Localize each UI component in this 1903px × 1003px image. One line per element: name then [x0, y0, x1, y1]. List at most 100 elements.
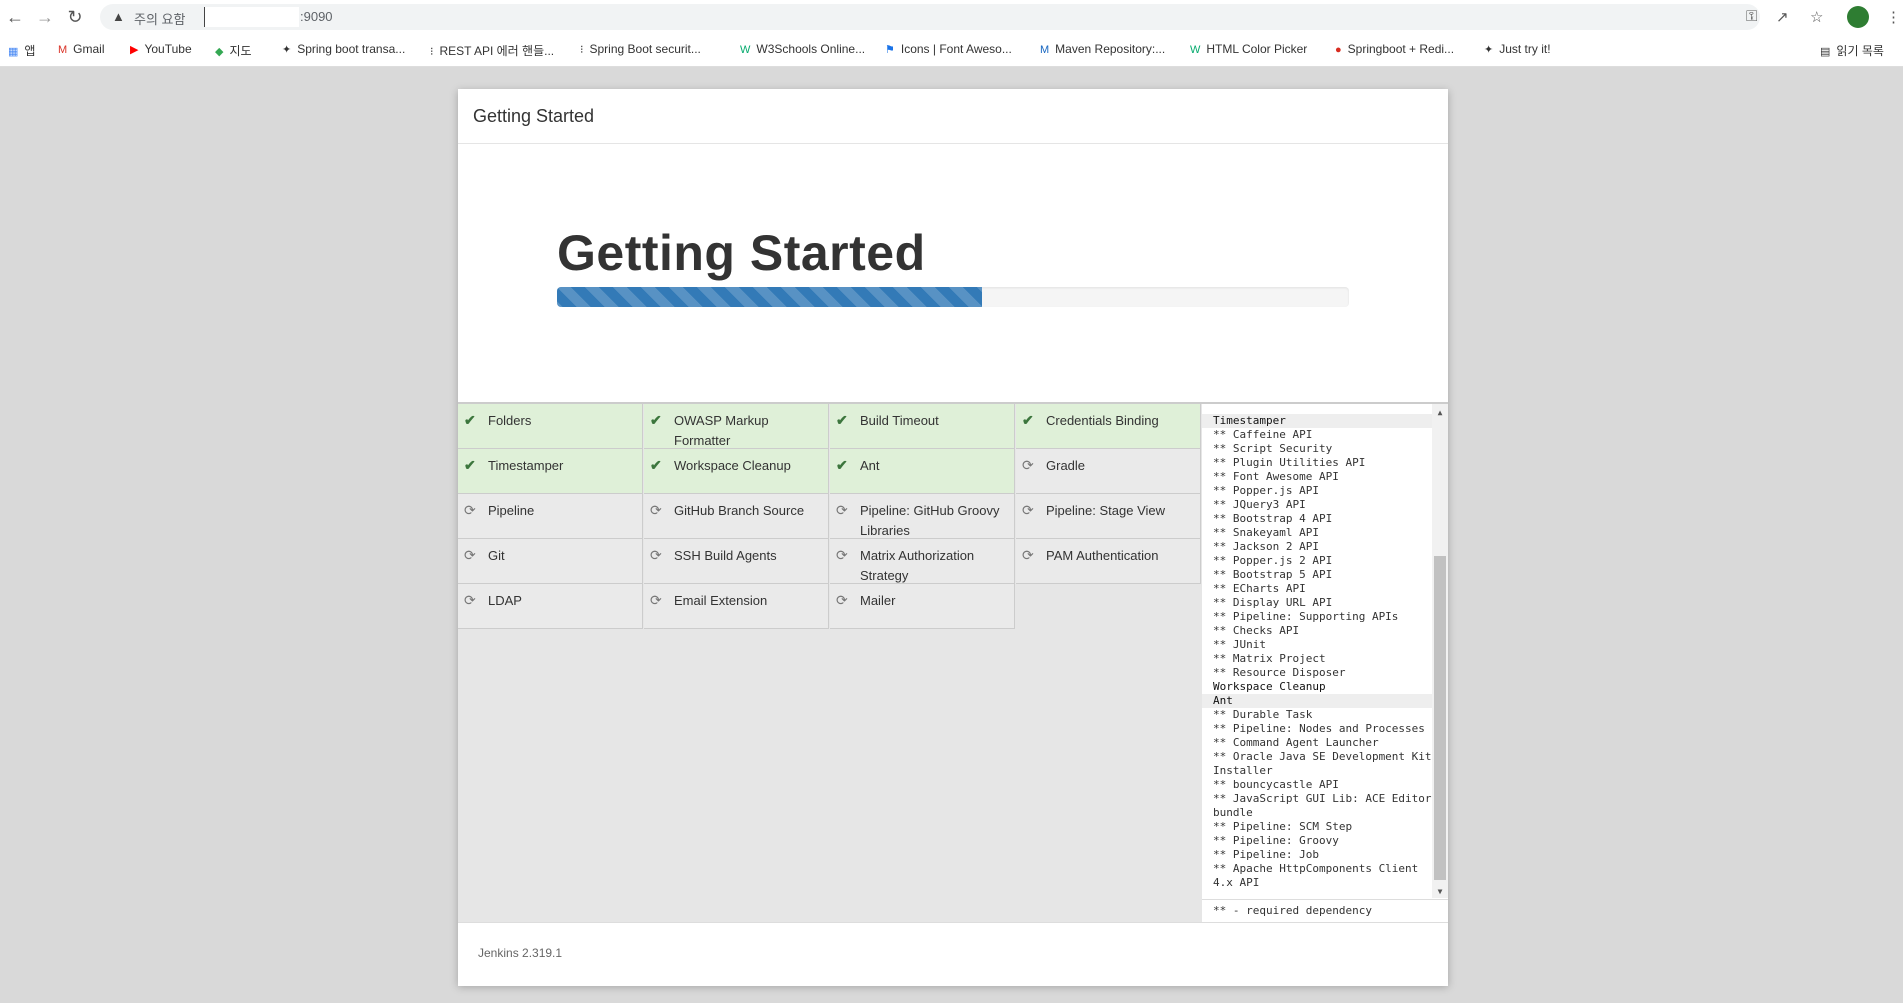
check-icon: ✔ [650, 457, 662, 473]
reading-list-button[interactable]: ▤ 읽기 목록 [1820, 42, 1884, 59]
flag-icon: ⚑ [885, 44, 895, 56]
bookmark-item[interactable]: M Maven Repository:... [1040, 42, 1165, 56]
plugin-item: ⟳ Email Extension [644, 584, 829, 629]
scroll-up-arrow-icon[interactable]: ▲ [1432, 408, 1448, 417]
plugin-name: Timestamper [488, 458, 564, 473]
bookmark-label: 지도 [229, 44, 252, 58]
back-arrow-icon[interactable]: ← [4, 6, 26, 28]
key-icon[interactable]: ⚿ [1746, 8, 1757, 25]
log-plugin-line: Ant [1202, 694, 1432, 708]
bookmark-label: W3Schools Online... [756, 42, 866, 56]
plugin-item: ⟳ SSH Build Agents [644, 539, 829, 584]
bookmark-item[interactable]: ▦ 앱 [8, 42, 35, 59]
plugin-name: Workspace Cleanup [674, 458, 791, 473]
getting-started-dialog: Getting Started Getting Started ✔ Folders… [458, 89, 1448, 986]
bookmarks-bar: ▦ 앱 M Gmail ▶ YouTube ◆ 지도 ✦ Spring boot transa..… [0, 34, 1903, 67]
share-icon[interactable]: ↗ [1776, 8, 1789, 26]
log-plugin-line: Workspace Cleanup [1213, 680, 1326, 693]
bookmark-item[interactable]: ⚑ Icons | Font Aweso... [885, 42, 1012, 56]
plugin-item: ✔ Build Timeout [830, 404, 1015, 449]
plugin-item: ✔ Ant [830, 449, 1015, 494]
refresh-pending-icon: ⟳ [1022, 547, 1034, 563]
check-icon: ✔ [1022, 412, 1034, 428]
bookmark-item[interactable]: ✦ Spring boot transa... [282, 42, 405, 56]
plugin-item: ✔ Folders [458, 404, 643, 449]
bookmark-label: Spring boot transa... [297, 42, 406, 56]
dots-icon: ⁝ [430, 46, 434, 58]
bookmark-label: 앱 [24, 44, 36, 58]
plugin-name: Mailer [860, 593, 896, 608]
log-plugin-line: Timestamper [1202, 414, 1432, 428]
gmail-icon: M [58, 44, 68, 56]
plugin-name: Folders [488, 413, 532, 428]
plugin-item: ⟳ PAM Authentication [1016, 539, 1201, 584]
plugin-item: ✔ Credentials Binding [1016, 404, 1201, 449]
refresh-pending-icon: ⟳ [836, 547, 848, 563]
bookmark-label: Just try it! [1499, 42, 1551, 56]
plugin-name: Credentials Binding [1046, 413, 1159, 428]
reload-icon[interactable]: ↻ [64, 6, 86, 28]
hero-section: Getting Started [458, 144, 1448, 402]
bookmark-label: HTML Color Picker [1206, 42, 1308, 56]
plugin-name: Gradle [1046, 458, 1086, 473]
required-dependency-note: ** - required dependency [1202, 899, 1448, 921]
log-dependency-line: ** Pipeline: Nodes and Processes [1213, 722, 1425, 735]
bookmark-item[interactable]: ▶ YouTube [130, 42, 192, 56]
address-bar[interactable]: ▲ 주의 요함 :9090 [100, 4, 1760, 30]
log-dependency-line: ** JavaScript GUI Lib: ACE Editor bundle [1213, 792, 1432, 819]
address-redacted-host [204, 7, 299, 27]
log-dependency-line: ** JUnit [1213, 638, 1266, 651]
plugin-name: GitHub Branch Source [674, 503, 805, 518]
log-dependency-line: ** ECharts API [1213, 582, 1306, 595]
jenkins-version: Jenkins 2.319.1 [478, 946, 563, 960]
dots-icon: ⁝ [580, 44, 584, 56]
log-dependency-line: ** Plugin Utilities API [1213, 456, 1366, 469]
plugin-name: LDAP [488, 593, 522, 608]
plugin-item: ⟳ Pipeline [458, 494, 643, 539]
plugin-item: ✔ OWASP Markup Formatter [644, 404, 829, 449]
install-log-lines: Timestamper ** Caffeine API ** Script Secu… [1202, 404, 1432, 898]
check-icon: ✔ [836, 412, 848, 428]
bookmark-item[interactable]: ◆ 지도 [215, 42, 252, 59]
log-dependency-line: ** Bootstrap 5 API [1213, 568, 1333, 581]
bookmark-item[interactable]: ⁝ Spring Boot securit... [580, 42, 701, 56]
scroll-down-arrow-icon[interactable]: ▼ [1432, 887, 1448, 896]
log-scrollbar[interactable]: ▲ ▼ [1432, 404, 1448, 898]
maps-icon: ◆ [215, 46, 224, 58]
plugin-item: ✔ Workspace Cleanup [644, 449, 829, 494]
bookmark-item[interactable]: ● Springboot + Redi... [1335, 42, 1454, 56]
apps-grid-icon: ▦ [8, 46, 19, 58]
log-dependency-line: ** Checks API [1213, 624, 1300, 637]
refresh-pending-icon: ⟳ [650, 592, 662, 608]
log-dependency-line: ** Popper.js 2 API [1213, 554, 1333, 567]
log-dependency-line: ** Resource Disposer [1213, 666, 1346, 679]
log-dependency-line: ** Font Awesome API [1213, 470, 1339, 483]
bookmark-item[interactable]: W HTML Color Picker [1190, 42, 1307, 56]
bookmark-label: Springboot + Redi... [1347, 42, 1455, 56]
plugin-name: Email Extension [674, 593, 768, 608]
security-warning-label: 주의 요함 [134, 12, 186, 27]
log-scrollbar-thumb[interactable] [1434, 556, 1446, 880]
reading-list-icon: ▤ [1820, 46, 1831, 58]
menu-dots-icon[interactable]: ⋮ [1886, 8, 1901, 26]
dialog-footer: Jenkins 2.319.1 [458, 922, 1448, 986]
star-icon[interactable]: ☆ [1810, 8, 1823, 26]
bookmark-item[interactable]: M Gmail [58, 42, 105, 56]
leaf-icon: ✦ [282, 44, 292, 56]
log-dependency-line: ** Oracle Java SE Development Kit Instal… [1213, 750, 1432, 777]
plugin-name: OWASP Markup Formatter [674, 413, 769, 448]
bookmark-item[interactable]: W W3Schools Online... [740, 42, 865, 56]
redis-icon: ● [1335, 44, 1342, 56]
log-dependency-line: ** Pipeline: Job [1213, 848, 1319, 861]
leaf-icon: ✦ [1484, 44, 1494, 56]
maven-icon: M [1040, 44, 1050, 56]
dialog-title: Getting Started [473, 106, 595, 126]
log-dependency-line: ** Popper.js API [1213, 484, 1319, 497]
plugin-name: Pipeline [488, 503, 535, 518]
refresh-pending-icon: ⟳ [836, 502, 848, 518]
forward-arrow-icon[interactable]: → [34, 6, 56, 28]
bookmark-item[interactable]: ⁝ REST API 에러 핸들... [430, 42, 554, 59]
profile-avatar[interactable] [1847, 6, 1869, 28]
refresh-pending-icon: ⟳ [1022, 457, 1034, 473]
bookmark-item[interactable]: ✦ Just try it! [1484, 42, 1551, 56]
